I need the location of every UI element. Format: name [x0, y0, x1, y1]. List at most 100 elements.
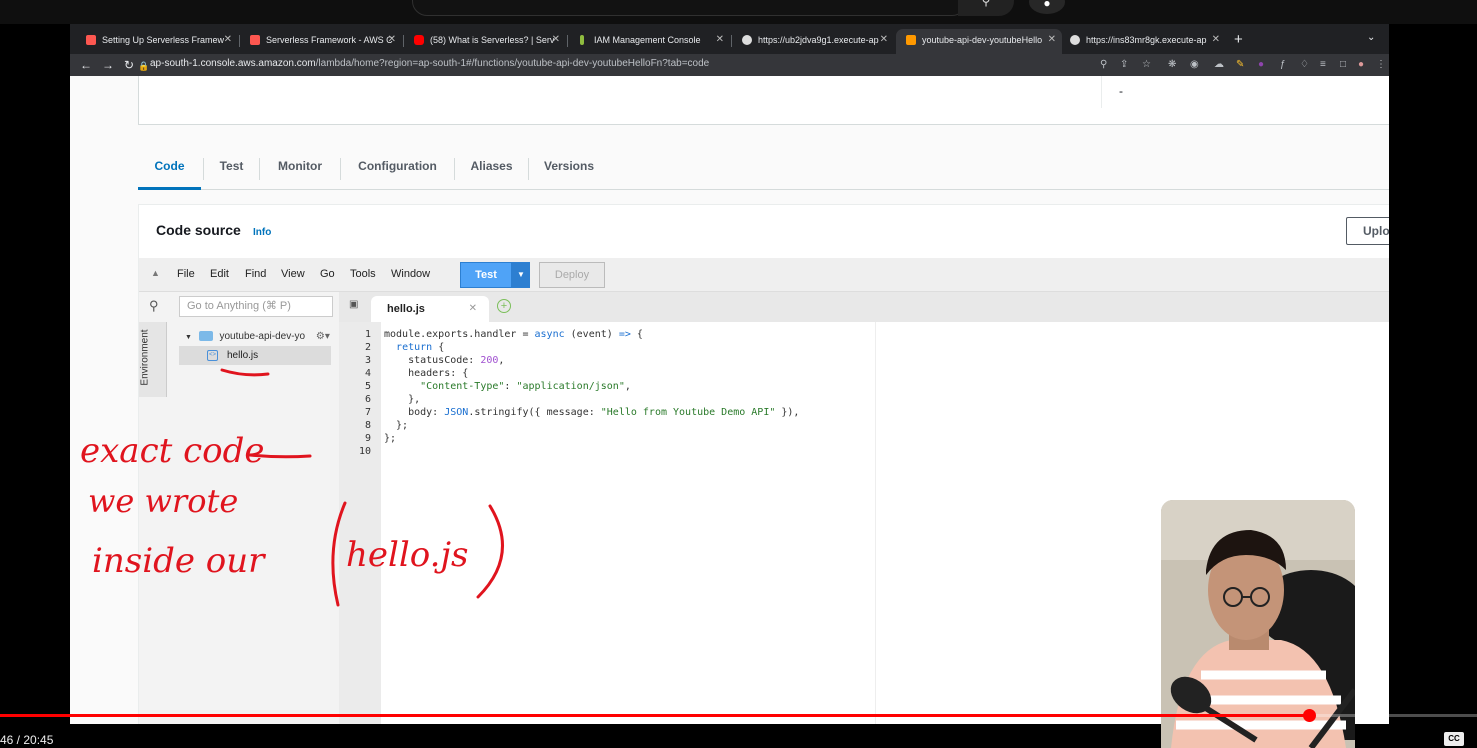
line-number: 8 — [364, 420, 371, 431]
collapse-icon[interactable]: ▲ — [151, 268, 160, 278]
folder-node[interactable]: ▼ youtube-api-dev-yo ⚙▾ — [185, 331, 330, 342]
video-frame: ⚲ ● Setting Up Serverless Framew ✕ Server… — [0, 0, 1477, 748]
avatar[interactable]: ● — [1358, 57, 1364, 73]
iam-icon — [580, 35, 584, 45]
share-icon[interactable]: ⇪ — [1120, 57, 1128, 73]
close-icon[interactable]: ✕ — [880, 29, 888, 51]
progress-fill — [0, 714, 1309, 717]
browser-tab-active[interactable]: youtube-api-dev-youtubeHello ✕ — [896, 29, 1062, 54]
zoom-icon[interactable]: ⚲ — [1100, 57, 1107, 73]
tab-versions[interactable]: Versions — [529, 148, 609, 190]
captions-button[interactable]: CC — [1444, 732, 1464, 746]
close-icon[interactable]: ✕ — [716, 29, 724, 51]
upload-button[interactable]: Uplo — [1346, 217, 1389, 245]
tab-aliases[interactable]: Aliases — [455, 148, 528, 190]
browser-tab[interactable]: Setting Up Serverless Framew ✕ — [76, 29, 238, 54]
puzzle-icon[interactable]: ♢ — [1300, 57, 1309, 73]
tab-title: (58) What is Serverless? | Serv — [430, 35, 555, 45]
close-icon[interactable]: ✕ — [469, 296, 477, 322]
kebab-menu-icon[interactable]: ⋮ — [1376, 57, 1386, 73]
search-box[interactable] — [412, 0, 967, 16]
url-host: ap-south-1.console.aws.amazon.com — [150, 58, 316, 69]
tab-title: IAM Management Console — [594, 35, 701, 45]
js-file-icon: <> — [207, 350, 218, 361]
lock-icon: 🔒 — [138, 61, 150, 71]
file-tab-hello-js[interactable]: hello.js ✕ — [371, 296, 489, 322]
url-path: /lambda/home?region=ap-south-1#/function… — [315, 58, 710, 69]
code-source-title: Code source — [156, 222, 241, 238]
goto-anything-input[interactable]: Go to Anything (⌘ P) — [179, 296, 333, 317]
tab-title: https://ins83mr8gk.execute-ap — [1086, 35, 1207, 45]
function-overview-card: - — [138, 76, 1389, 125]
file-node-hello-js[interactable]: <> hello.js — [179, 346, 331, 365]
extension-icon[interactable]: ● — [1258, 57, 1264, 73]
back-icon[interactable]: ← — [80, 57, 92, 73]
close-icon[interactable]: ✕ — [1048, 29, 1056, 51]
favicon-icon — [86, 35, 96, 45]
browser-tab[interactable]: https://ins83mr8gk.execute-ap ✕ — [1060, 29, 1226, 54]
info-link[interactable]: Info — [253, 227, 271, 238]
tab-title: Setting Up Serverless Framew — [102, 35, 225, 45]
forward-icon[interactable]: → — [102, 57, 114, 73]
browser-tab[interactable]: (58) What is Serverless? | Serv ✕ — [404, 29, 566, 54]
close-icon[interactable]: ✕ — [1212, 29, 1220, 51]
ide-menubar: ▲ File Edit Find View Go Tools Window Te… — [139, 258, 1389, 292]
new-tab-icon[interactable]: + — [1234, 29, 1243, 51]
extension-icon[interactable]: ☁ — [1214, 57, 1224, 73]
pen-icon[interactable]: ✎ — [1236, 57, 1244, 73]
address-bar: ← → ↻ 🔒 ap-south-1.console.aws.amazon.co… — [70, 54, 1389, 76]
url-field[interactable]: ap-south-1.console.aws.amazon.com/lambda… — [150, 58, 709, 69]
line-number: 1 — [364, 329, 371, 340]
tab-test[interactable]: Test — [204, 148, 259, 190]
caret-down-icon[interactable]: ▼ — [512, 262, 530, 288]
extension-icon[interactable]: ƒ — [1280, 57, 1286, 73]
tab-monitor[interactable]: Monitor — [260, 148, 340, 190]
menu-tools[interactable]: Tools — [350, 268, 376, 280]
menu-find[interactable]: Find — [245, 268, 266, 280]
search-icon[interactable]: ⚲ — [958, 0, 1014, 16]
chevron-down-icon[interactable]: ⌄ — [1367, 32, 1375, 43]
code-line: }; — [384, 433, 397, 444]
menu-edit[interactable]: Edit — [210, 268, 229, 280]
menu-view[interactable]: View — [281, 268, 305, 280]
code-line: }; — [384, 420, 409, 431]
test-button[interactable]: Test — [460, 262, 512, 288]
summary-value: - — [1119, 84, 1123, 98]
extension-icon[interactable]: ◉ — [1190, 57, 1199, 73]
extension-icon[interactable]: ❋ — [1168, 57, 1176, 73]
browser-tab[interactable]: Serverless Framework - AWS C ✕ — [240, 29, 402, 54]
file-tab-label: hello.js — [387, 303, 425, 315]
time-display: 46 / 20:45 — [0, 733, 54, 747]
tab-list-icon[interactable]: ▣ — [349, 299, 358, 310]
reading-list-icon[interactable]: ≡ — [1320, 57, 1326, 73]
code-line: headers: { — [384, 368, 469, 379]
menu-window[interactable]: Window — [391, 268, 430, 280]
deploy-button[interactable]: Deploy — [539, 262, 605, 288]
sidepanel-icon[interactable]: □ — [1340, 57, 1346, 73]
tab-strip: Setting Up Serverless Framew ✕ Serverless… — [70, 24, 1389, 54]
close-icon[interactable]: ✕ — [224, 29, 232, 51]
browser-tab[interactable]: IAM Management Console ✕ — [568, 29, 730, 54]
line-number: 9 — [364, 433, 371, 444]
code-line: return { — [396, 342, 445, 353]
line-number: 3 — [364, 355, 371, 366]
tab-title: Serverless Framework - AWS C — [266, 35, 393, 45]
environment-tab[interactable]: Environment — [139, 322, 167, 397]
code-line: }, — [384, 394, 421, 405]
presenter-image — [1161, 500, 1355, 748]
tab-configuration[interactable]: Configuration — [341, 148, 454, 190]
star-icon[interactable]: ☆ — [1142, 57, 1151, 73]
scrubber-handle[interactable] — [1302, 709, 1316, 722]
menu-file[interactable]: File — [177, 268, 195, 280]
folder-name: youtube-api-dev-yo — [219, 331, 306, 342]
reload-icon[interactable]: ↻ — [124, 57, 134, 73]
search-icon[interactable]: ⚲ — [149, 298, 159, 314]
close-icon[interactable]: ✕ — [388, 29, 396, 51]
gear-icon[interactable]: ⚙▾ — [316, 331, 330, 342]
close-icon[interactable]: ✕ — [552, 29, 560, 51]
add-tab-icon[interactable]: + — [497, 299, 511, 313]
presenter-webcam — [1161, 500, 1355, 748]
tab-code[interactable]: Code — [138, 148, 201, 190]
browser-tab[interactable]: https://ub2jdva9g1.execute-ap ✕ — [732, 29, 894, 54]
menu-go[interactable]: Go — [320, 268, 335, 280]
